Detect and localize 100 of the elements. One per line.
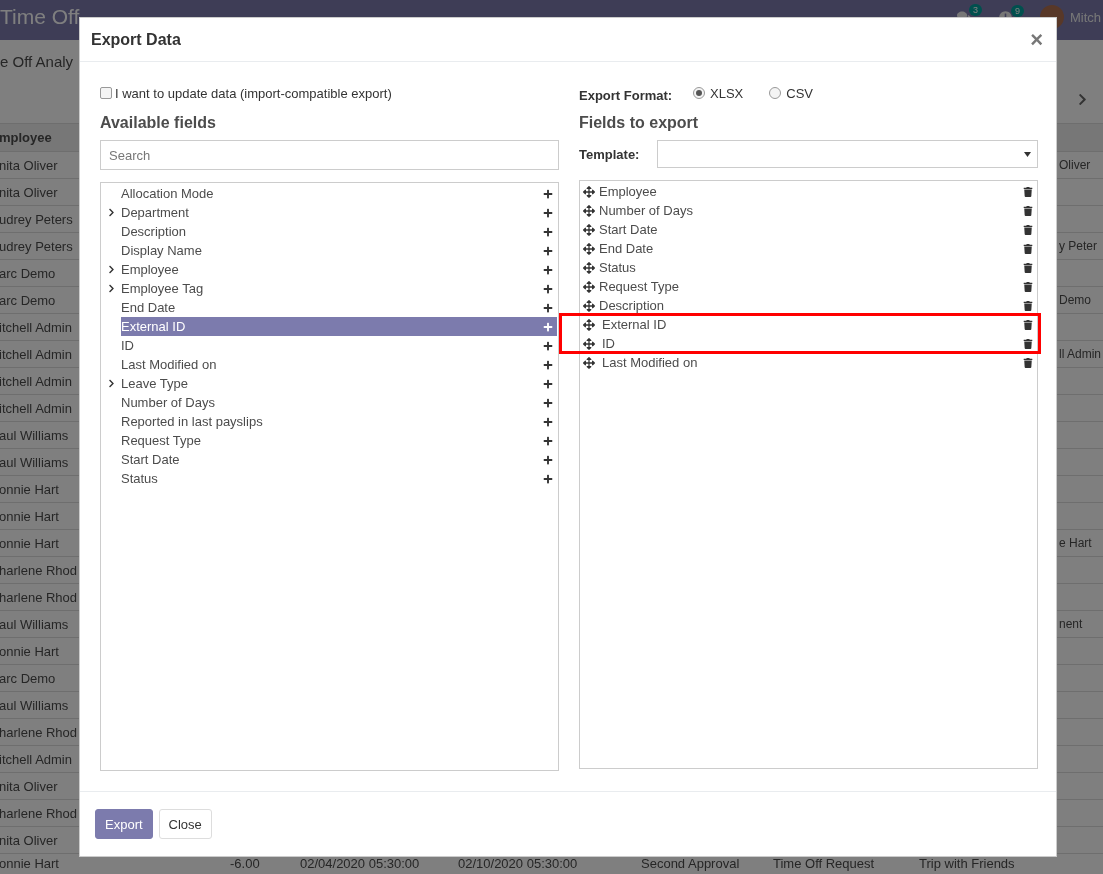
export-field-item[interactable]: Number of Days (580, 201, 1037, 221)
table-cell: itchell Admin (0, 373, 72, 389)
plus-icon[interactable] (543, 245, 553, 256)
plus-icon[interactable] (543, 435, 553, 446)
field-item[interactable]: Employee (121, 260, 557, 280)
field-item[interactable]: Status (121, 469, 557, 489)
field-item[interactable]: Display Name (121, 241, 557, 261)
export-field-item[interactable]: Request Type (580, 277, 1037, 297)
field-item[interactable]: Start Date (121, 450, 557, 470)
table-cell-text: nent (1058, 616, 1083, 632)
export-field-item[interactable]: ID (580, 334, 1037, 354)
table-cell: nita Oliver (0, 184, 58, 200)
export-field-item[interactable]: End Date (580, 239, 1037, 259)
table-cell: aul Williams (0, 697, 69, 713)
table-cell-text: Oliver (1058, 157, 1091, 173)
export-field-item[interactable]: Last Modified on (580, 353, 1037, 373)
trash-icon[interactable] (1023, 300, 1033, 311)
export-field-item[interactable]: Start Date (580, 220, 1037, 240)
plus-icon[interactable] (543, 226, 553, 237)
close-button[interactable]: Close (158, 809, 212, 840)
close-button[interactable]: × (1030, 28, 1043, 51)
checkbox[interactable] (100, 87, 112, 100)
move-icon[interactable] (583, 318, 595, 331)
plus-icon[interactable] (543, 359, 553, 370)
table-cell-text: y Peter (1058, 238, 1097, 254)
chevron-right-icon[interactable] (106, 208, 116, 218)
format-option[interactable]: XLSX (693, 85, 744, 101)
field-item[interactable]: End Date (121, 298, 557, 318)
field-item[interactable]: Number of Days (121, 393, 557, 413)
field-item[interactable]: Description (121, 222, 557, 242)
section-heading: Fields to export (579, 114, 700, 134)
table-cell: onnie Hart (0, 508, 59, 524)
move-icon[interactable] (583, 356, 595, 369)
move-icon[interactable] (583, 242, 595, 255)
export-field-item[interactable]: External ID (580, 315, 1037, 335)
field-item[interactable]: Employee Tag (121, 279, 557, 299)
plus-icon[interactable] (543, 283, 553, 294)
table-cell: onnie Hart (0, 535, 59, 551)
radio-button[interactable] (693, 87, 705, 100)
move-icon[interactable] (583, 185, 595, 198)
plus-icon[interactable] (543, 397, 553, 408)
template-label: Template: (579, 146, 641, 162)
section-heading: Available fields (100, 114, 217, 134)
table-cell-text: e Hart (1058, 535, 1092, 551)
field-item[interactable]: Reported in last payslips (121, 412, 557, 432)
move-icon[interactable] (583, 280, 595, 293)
plus-icon[interactable] (543, 188, 553, 199)
checkbox-label[interactable]: I want to update data (import-compatible export) (115, 85, 392, 101)
trash-icon[interactable] (1023, 224, 1033, 235)
field-item[interactable]: External ID (121, 317, 557, 337)
plus-icon[interactable] (543, 454, 553, 465)
table-cell: udrey Peters (0, 238, 73, 254)
trash-icon[interactable] (1023, 205, 1033, 216)
chevron-right-icon[interactable] (106, 379, 116, 389)
table-cell: arc Demo (0, 265, 56, 281)
trash-icon[interactable] (1023, 357, 1033, 368)
search-field[interactable]: Search (100, 140, 559, 171)
table-cell: 02/04/2020 05:30:00 (300, 856, 420, 871)
plus-icon[interactable] (543, 340, 553, 351)
trash-icon[interactable] (1023, 186, 1033, 197)
table-cell-text: -6.00 (230, 856, 261, 871)
radio-button[interactable] (769, 87, 782, 100)
table-cell: arc Demo (0, 292, 56, 308)
field-item[interactable]: Allocation Mode (121, 184, 557, 204)
move-icon[interactable] (583, 299, 595, 312)
move-icon[interactable] (583, 261, 595, 274)
export-field-item[interactable]: Status (580, 258, 1037, 278)
export-field-item[interactable]: Employee (580, 182, 1037, 202)
move-icon[interactable] (583, 204, 595, 217)
export-button[interactable]: Export (95, 809, 153, 840)
table-cell: aul Williams (0, 454, 69, 470)
chevron-right-icon[interactable] (106, 265, 116, 275)
table-cell: harlene Rhod (0, 562, 78, 578)
plus-icon[interactable] (543, 416, 553, 427)
field-item[interactable]: Department (121, 203, 557, 223)
page-title: e Off Analy (0, 53, 74, 70)
field-item[interactable]: Leave Type (121, 374, 557, 394)
move-icon[interactable] (583, 337, 595, 350)
field-item[interactable]: Last Modified on (121, 355, 557, 375)
trash-icon[interactable] (1023, 262, 1033, 273)
plus-icon[interactable] (543, 473, 553, 484)
plus-icon[interactable] (543, 378, 553, 389)
trash-icon[interactable] (1023, 319, 1033, 330)
table-cell: nita Oliver (0, 778, 58, 794)
plus-icon[interactable] (543, 302, 553, 313)
table-cell: onnie Hart (0, 856, 59, 871)
export-field-item[interactable]: Description (580, 296, 1037, 316)
field-item[interactable]: Request Type (121, 431, 557, 451)
plus-icon[interactable] (543, 264, 553, 275)
plus-icon[interactable] (543, 207, 553, 218)
field-item[interactable]: ID (121, 336, 557, 356)
trash-icon[interactable] (1023, 281, 1033, 292)
move-icon[interactable] (583, 223, 595, 236)
count-badge: 9 (1010, 4, 1024, 17)
chevron-right-icon[interactable] (106, 284, 116, 294)
trash-icon[interactable] (1023, 338, 1033, 349)
table-cell: arc Demo (0, 670, 56, 686)
trash-icon[interactable] (1023, 243, 1033, 254)
table-cell: 02/10/2020 05:30:00 (458, 856, 578, 871)
format-option[interactable]: CSV (769, 85, 813, 101)
